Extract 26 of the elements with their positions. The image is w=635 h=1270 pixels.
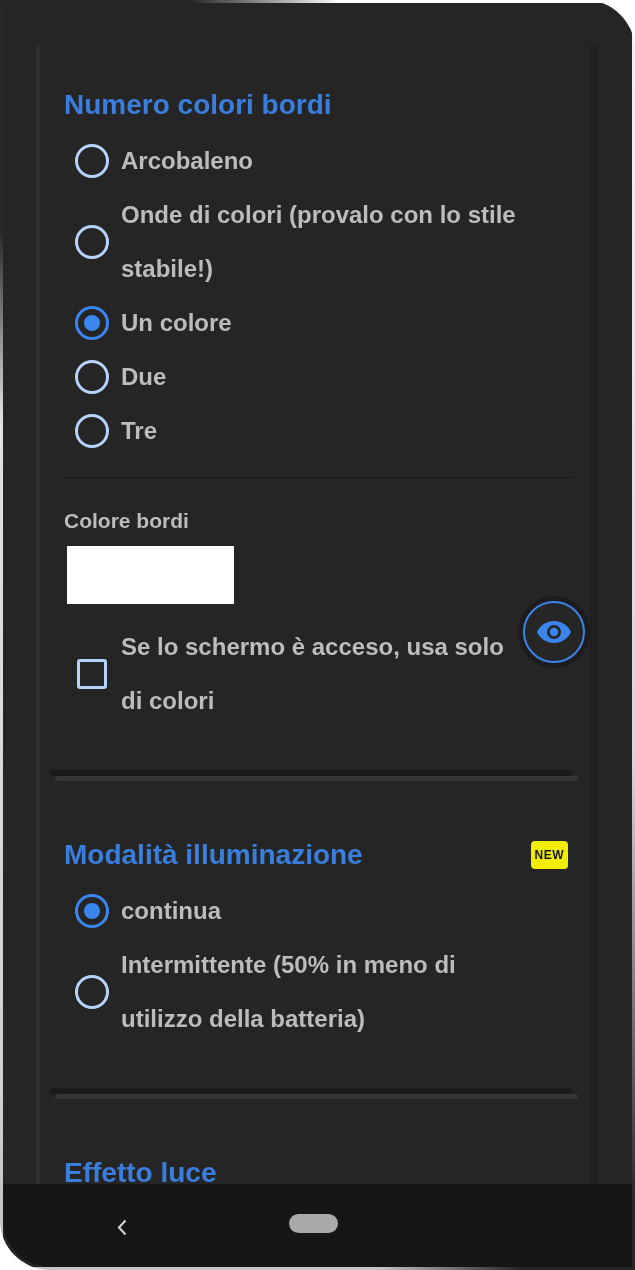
radio-button[interactable]: [75, 894, 109, 928]
option-label: Onde di colori (provalo con lo stile stabile!): [121, 200, 517, 284]
new-badge: NEW: [530, 841, 568, 869]
option-label: Due: [121, 362, 167, 392]
section-title: Effetto luce: [64, 1156, 217, 1190]
color-swatch[interactable]: [67, 546, 234, 604]
section-title: Modalità illuminazione: [64, 838, 363, 872]
back-icon[interactable]: [117, 1219, 127, 1236]
option-label: continua: [121, 896, 221, 926]
option-label: Tre: [121, 416, 158, 446]
checkbox-label: Se lo schermo è acceso, usa solo: [121, 632, 504, 662]
option-label: Un colore: [121, 308, 232, 338]
checkbox[interactable]: [77, 659, 107, 689]
radio-button[interactable]: [75, 975, 109, 1009]
option-label: Arcobaleno: [121, 146, 254, 176]
radio-button[interactable]: [75, 414, 109, 448]
home-pill[interactable]: [289, 1214, 338, 1233]
option-label: Intermittente (50% in meno di utilizzo della batteria): [121, 950, 457, 1034]
section-title: Numero colori bordi: [64, 88, 332, 122]
radio-button[interactable]: [75, 306, 109, 340]
setting-label: Colore bordi: [64, 508, 189, 534]
radio-button[interactable]: [75, 225, 109, 259]
radio-button[interactable]: [75, 144, 109, 178]
checkbox-label: di colori: [121, 686, 215, 716]
radio-button[interactable]: [75, 360, 109, 394]
eye-icon: [536, 620, 572, 644]
